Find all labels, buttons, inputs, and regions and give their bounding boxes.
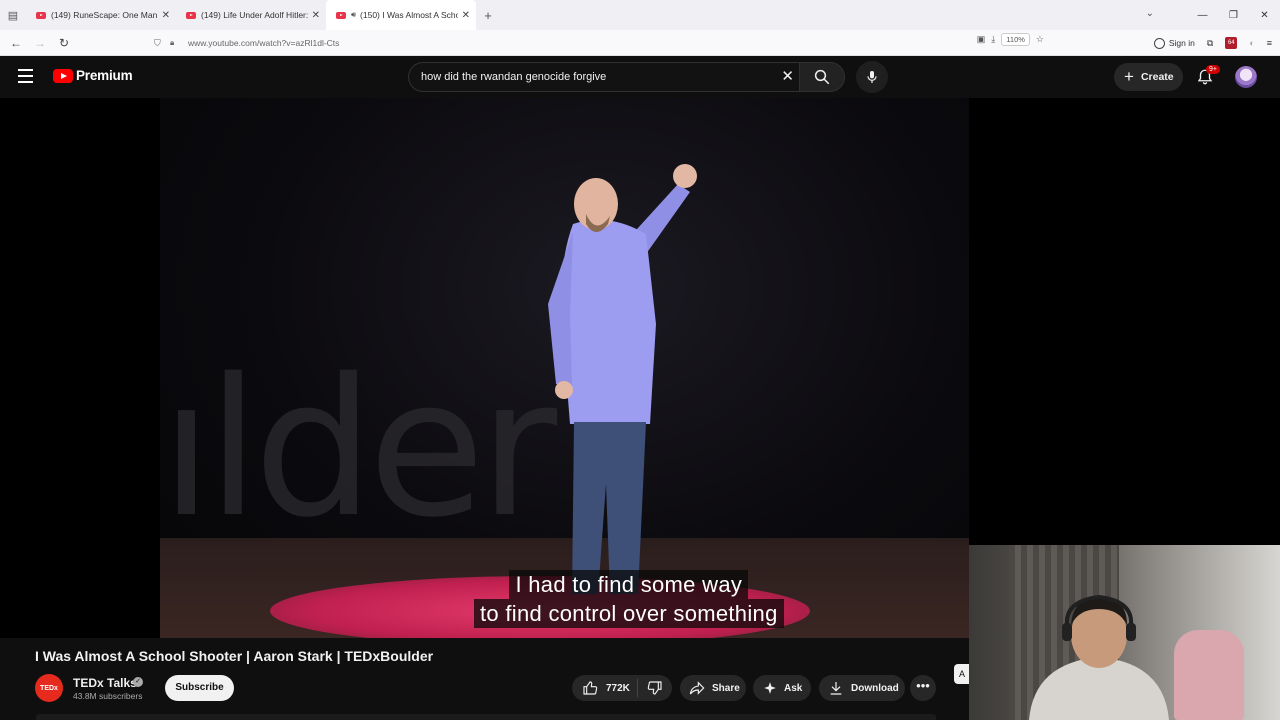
- channel-avatar[interactable]: TEDx: [35, 674, 63, 702]
- streamer-figure: [1029, 594, 1169, 720]
- youtube-favicon-icon: [186, 11, 196, 19]
- lock-icon[interactable]: 🔒︎: [170, 38, 182, 48]
- tab-title: (149) RuneScape: One Man Arr: [51, 10, 158, 20]
- speaker-icon[interactable]: 🔊︎: [351, 10, 356, 20]
- tab-title: (149) Life Under Adolf Hitler: Th: [201, 10, 308, 20]
- share-label: Share: [712, 682, 740, 694]
- ask-label: Ask: [784, 682, 803, 694]
- like-dislike-group: 772K: [572, 675, 672, 701]
- speaker-figure: [548, 164, 697, 594]
- browser-tab-3-active[interactable]: 🔊︎ (150) I Was Almost A Schoo ✕: [326, 0, 476, 30]
- voice-search-button[interactable]: [856, 61, 888, 93]
- video-title: I Was Almost A School Shooter | Aaron St…: [35, 648, 434, 664]
- verified-check-icon: ✓: [133, 677, 143, 687]
- youtube-header: Premium ✕ + Create 9+: [0, 56, 1280, 98]
- create-label: Create: [1140, 71, 1174, 83]
- forward-arrow-icon[interactable]: →: [28, 36, 52, 50]
- search-box: ✕: [408, 62, 800, 92]
- guide-menu-icon[interactable]: [18, 69, 33, 83]
- close-window-icon[interactable]: ✕: [1249, 10, 1280, 21]
- search-input[interactable]: [421, 63, 771, 91]
- share-button[interactable]: Share: [680, 675, 746, 701]
- tab-title: (150) I Was Almost A Schoo: [360, 10, 458, 20]
- caption-overlay: I had to find some way to find control o…: [474, 570, 784, 628]
- tab-close-icon[interactable]: ✕: [162, 10, 170, 21]
- youtube-logo-icon: [53, 68, 73, 83]
- sign-in-label: Sign in: [1168, 38, 1195, 48]
- caption-line-1: I had to find some way: [509, 570, 749, 599]
- account-icon: [1153, 37, 1165, 49]
- thumbs-up-icon: [583, 681, 598, 695]
- sign-in-button[interactable]: Sign in: [1153, 37, 1195, 49]
- ask-button[interactable]: Ask: [753, 675, 811, 701]
- dislike-button[interactable]: [638, 680, 663, 696]
- video-frame: ılder I had to find some way to find con…: [160, 98, 969, 638]
- reload-icon[interactable]: ↻: [52, 36, 76, 50]
- subscriber-count: 43.8M subscribers: [73, 691, 143, 701]
- create-button[interactable]: + Create: [1114, 63, 1183, 91]
- channel-name[interactable]: TEDx Talks: [73, 676, 137, 690]
- tracking-shield-icon[interactable]: ⛉: [154, 38, 166, 49]
- description-panel-edge: [36, 714, 936, 720]
- clear-search-icon[interactable]: ✕: [781, 69, 794, 85]
- save-page-icon[interactable]: ⤓: [991, 34, 995, 45]
- youtube-favicon-icon: [36, 11, 46, 19]
- browser-tab-2[interactable]: (149) Life Under Adolf Hitler: Th ✕: [176, 0, 326, 30]
- logo-text: Premium: [76, 68, 133, 83]
- tab-list-icon[interactable]: ▤: [0, 0, 26, 30]
- picture-in-picture-icon[interactable]: ▣: [977, 34, 986, 45]
- notifications-badge: 9+: [1206, 65, 1220, 74]
- browser-navbar: ← → ↻ ⛉ 🔒︎ www.youtube.com/watch?v=azRl1…: [0, 30, 1280, 56]
- caption-line-2: to find control over something: [474, 599, 784, 628]
- window-controls: — ❐ ✕: [1187, 0, 1280, 30]
- download-button[interactable]: Download: [819, 675, 905, 701]
- new-tab-button[interactable]: +: [476, 8, 500, 23]
- youtube-premium-logo[interactable]: Premium: [53, 68, 133, 83]
- side-panel-chip[interactable]: A: [954, 664, 970, 684]
- browser-tab-1[interactable]: (149) RuneScape: One Man Arr ✕: [26, 0, 176, 30]
- like-count: 772K: [606, 682, 630, 694]
- app-menu-icon[interactable]: ≡: [1267, 38, 1272, 48]
- download-label: Download: [851, 682, 899, 694]
- bookmark-star-icon[interactable]: ☆: [1036, 34, 1044, 45]
- search-icon: [814, 69, 830, 85]
- subscribe-button[interactable]: Subscribe: [165, 675, 234, 701]
- address-bar[interactable]: ⛉ 🔒︎ www.youtube.com/watch?v=azRl1dl-Cts: [154, 33, 1044, 53]
- browser-tabstrip: ▤ (149) RuneScape: One Man Arr ✕ (149) L…: [0, 0, 1280, 30]
- microphone-icon: [867, 71, 877, 83]
- plus-icon: +: [1124, 67, 1134, 86]
- address-bar-actions: ▣ ⤓ 110% ☆: [977, 33, 1044, 46]
- url-text[interactable]: www.youtube.com/watch?v=azRl1dl-Cts: [188, 38, 339, 48]
- more-actions-button[interactable]: •••: [910, 675, 936, 701]
- share-arrow-icon: [689, 681, 705, 695]
- sparkle-icon: [764, 682, 776, 694]
- minimize-icon[interactable]: —: [1187, 10, 1218, 21]
- zoom-indicator[interactable]: 110%: [1001, 33, 1030, 46]
- extensions-icon[interactable]: ⧉: [1207, 38, 1213, 49]
- tab-close-icon[interactable]: ✕: [462, 10, 470, 21]
- download-icon: [830, 682, 842, 695]
- chevron-down-icon[interactable]: ⌄: [1146, 8, 1154, 19]
- like-button[interactable]: 772K: [572, 679, 638, 697]
- avatar[interactable]: [1235, 66, 1257, 88]
- back-arrow-icon[interactable]: ←: [4, 36, 28, 50]
- restore-icon[interactable]: ❐: [1218, 10, 1249, 21]
- webcam-overlay: [969, 545, 1280, 720]
- extension-shield-icon[interactable]: 64: [1225, 37, 1238, 49]
- muted-extension-icon[interactable]: ◐: [1249, 38, 1254, 48]
- thumbs-down-icon: [647, 681, 662, 695]
- toolbar-right: Sign in ⧉ 64 ◐ ≡: [1153, 33, 1272, 53]
- search-button[interactable]: [799, 62, 845, 92]
- tab-close-icon[interactable]: ✕: [312, 10, 320, 21]
- youtube-favicon-icon: [336, 11, 346, 19]
